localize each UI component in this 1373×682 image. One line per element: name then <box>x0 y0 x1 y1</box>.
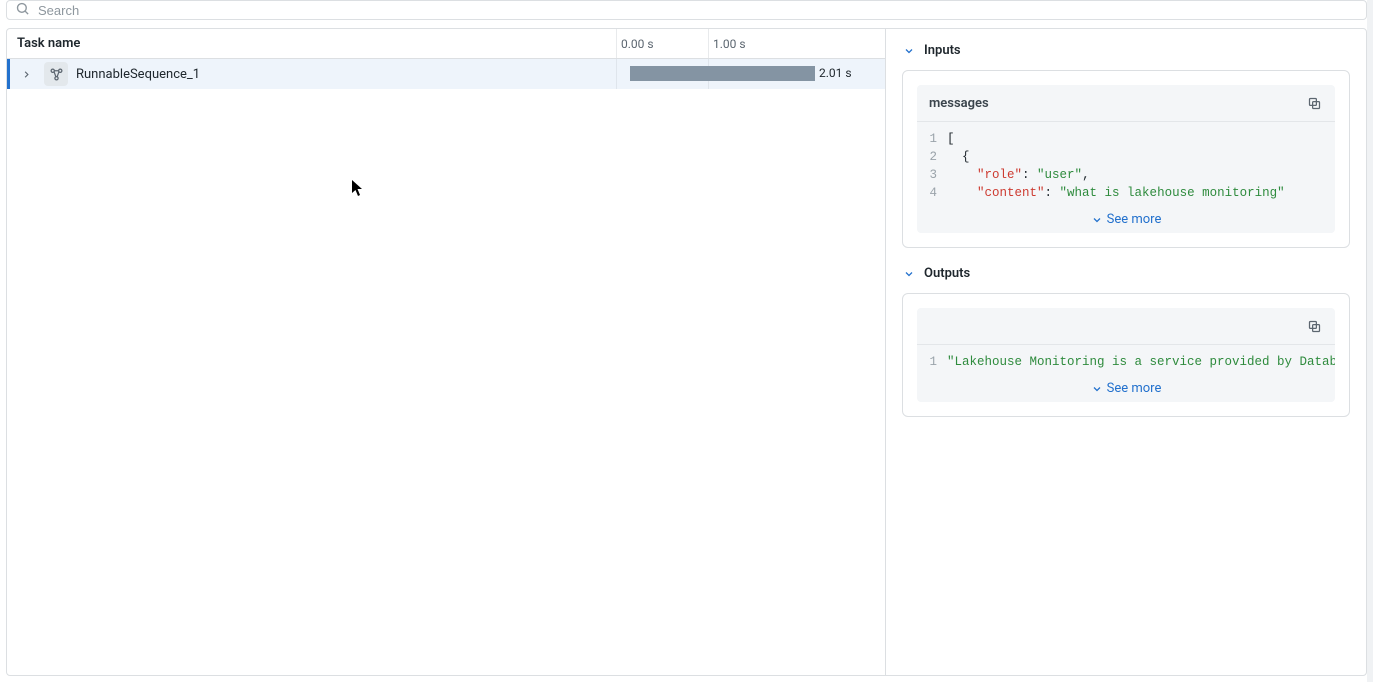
duration-label: 2.01 s <box>819 66 852 80</box>
trace-tree-panel: Task name 0.00 s 1.00 s RunnableSequence_… <box>7 29 886 675</box>
timeline-tick: 1.00 s <box>708 29 746 58</box>
code-line: 2 { <box>917 148 1335 166</box>
timeline-header: 0.00 s 1.00 s <box>605 29 885 58</box>
outputs-title: Outputs <box>924 266 970 281</box>
code-line: 1"Lakehouse Monitoring is a service prov… <box>917 353 1335 371</box>
outputs-code-block: 1"Lakehouse Monitoring is a service prov… <box>917 308 1335 402</box>
search-icon <box>15 1 30 20</box>
search-bar[interactable] <box>6 0 1367 20</box>
inputs-block-title: messages <box>929 96 989 111</box>
copy-button[interactable] <box>1305 94 1323 112</box>
see-more-label: See more <box>1107 381 1162 396</box>
task-name-label: RunnableSequence_1 <box>76 67 200 82</box>
table-row[interactable]: RunnableSequence_1 2.01 s <box>7 59 885 89</box>
see-more-button[interactable]: See more <box>917 206 1335 233</box>
duration-bar <box>630 66 815 81</box>
search-input[interactable] <box>38 3 1358 18</box>
details-panel: Inputs messages 1[2 {3 "role": "user",4 … <box>886 29 1366 675</box>
inputs-header[interactable]: Inputs <box>902 43 1350 58</box>
code-line: 4 "content": "what is lakehouse monitori… <box>917 184 1335 202</box>
chevron-down-icon <box>902 44 916 58</box>
scrollbar[interactable] <box>1367 0 1373 682</box>
timeline-track: 2.01 s <box>605 59 885 89</box>
see-more-label: See more <box>1107 212 1162 227</box>
see-more-button[interactable]: See more <box>917 375 1335 402</box>
inputs-code-block: messages 1[2 {3 "role": "user",4 "conten… <box>917 85 1335 233</box>
timeline-tick: 0.00 s <box>616 29 654 58</box>
inputs-section: Inputs messages 1[2 {3 "role": "user",4 … <box>902 43 1350 248</box>
column-task-name: Task name <box>7 36 605 51</box>
code-line: 3 "role": "user", <box>917 166 1335 184</box>
mouse-cursor <box>351 179 365 197</box>
code-line: 1[ <box>917 130 1335 148</box>
expand-toggle[interactable] <box>16 64 36 84</box>
copy-button[interactable] <box>1305 317 1323 335</box>
chevron-down-icon <box>902 267 916 281</box>
inputs-title: Inputs <box>924 43 961 58</box>
column-header: Task name 0.00 s 1.00 s <box>7 29 885 59</box>
outputs-section: Outputs 1"Lakehouse Monitoring is a serv… <box>902 266 1350 417</box>
outputs-header[interactable]: Outputs <box>902 266 1350 281</box>
chain-icon <box>44 62 68 86</box>
